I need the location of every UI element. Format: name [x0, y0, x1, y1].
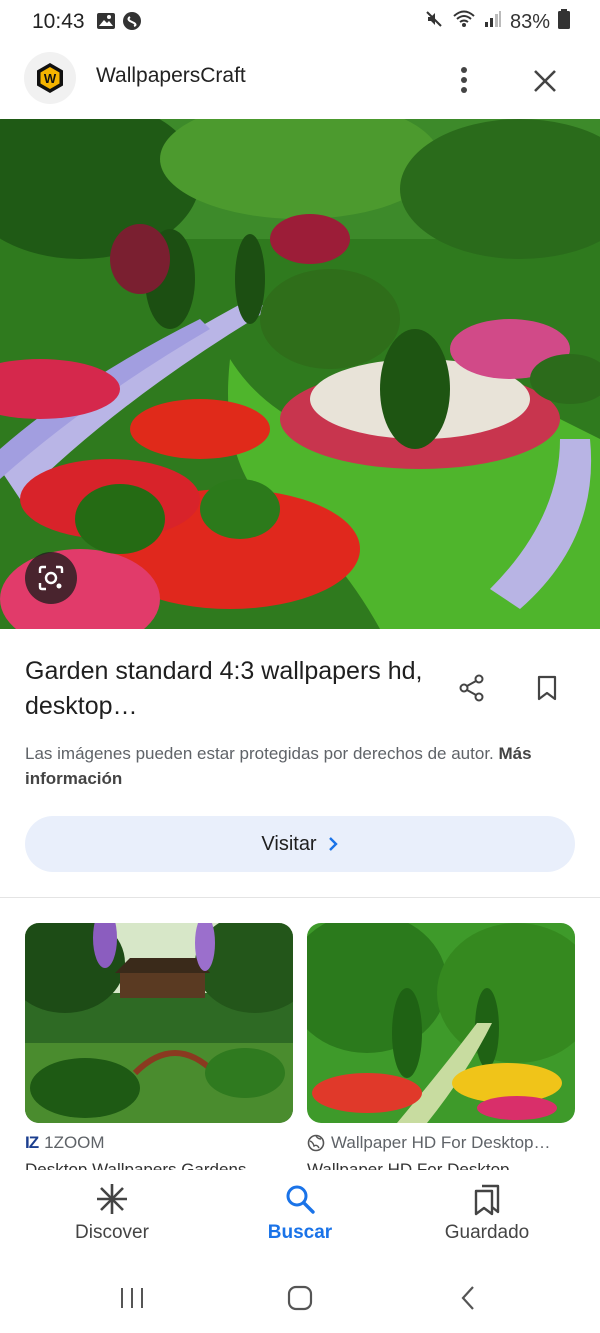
search-icon — [286, 1185, 315, 1214]
status-bar: 10:43 83% — [0, 0, 600, 44]
more-vert-icon — [461, 67, 467, 93]
share-icon — [459, 674, 484, 702]
nav-buscar[interactable]: Buscar — [220, 1182, 380, 1244]
recents-icon — [121, 1288, 143, 1308]
back-icon — [461, 1286, 474, 1310]
copyright-text: Las imágenes pueden estar protegidas por… — [25, 744, 494, 763]
related-source-2[interactable]: Wallpaper HD For Desktop… — [307, 1133, 551, 1153]
close-button[interactable] — [526, 62, 564, 100]
nav-guardado-label: Guardado — [444, 1222, 530, 1243]
app-bar: W WallpapersCraft — [0, 50, 600, 112]
hero-image[interactable] — [0, 119, 600, 629]
close-icon — [534, 70, 556, 92]
gallery-icon — [96, 11, 116, 36]
nav-discover[interactable]: Discover — [32, 1182, 192, 1244]
recents-button[interactable] — [112, 1282, 152, 1314]
battery-percent: 83% — [509, 10, 550, 33]
nav-discover-label: Discover — [75, 1222, 149, 1243]
divider — [0, 897, 600, 898]
site-name[interactable]: WallpapersCraft — [96, 64, 246, 88]
bookmark-button[interactable] — [530, 670, 564, 706]
system-navigation — [0, 1260, 600, 1333]
more-options-button[interactable] — [448, 60, 480, 100]
related-caption-2: Wallpaper HD For Desktop... — [307, 1160, 524, 1170]
visit-label: Visitar — [261, 832, 317, 855]
copyright-notice: Las imágenes pueden estar protegidas por… — [25, 741, 565, 791]
site-logo[interactable]: W — [24, 52, 76, 104]
wifi-icon — [452, 9, 476, 35]
related-image-1[interactable] — [25, 923, 293, 1123]
share-button[interactable] — [454, 670, 490, 706]
related-source-1[interactable]: IZ 1ZOOM — [25, 1133, 105, 1153]
chevron-right-icon — [328, 837, 338, 851]
lens-button[interactable] — [25, 552, 77, 604]
status-time: 10:43 — [32, 10, 85, 33]
nav-guardado[interactable]: Guardado — [407, 1182, 567, 1244]
logo-letter: W — [44, 71, 57, 86]
related-image-2[interactable] — [307, 923, 575, 1123]
zoom-logo-icon: IZ — [25, 1133, 39, 1152]
shazam-icon — [122, 11, 142, 36]
visit-button[interactable]: Visitar — [25, 816, 575, 872]
related-caption-1: Desktop Wallpapers Gardens... — [25, 1160, 261, 1170]
bottom-navigation: Discover Buscar Guardado — [0, 1170, 600, 1260]
nav-buscar-label: Buscar — [267, 1222, 333, 1243]
back-button[interactable] — [448, 1282, 488, 1314]
saved-icon — [474, 1184, 500, 1216]
asterisk-icon — [97, 1184, 127, 1214]
battery-icon — [558, 9, 570, 35]
globe-icon — [307, 1134, 325, 1152]
home-button[interactable] — [280, 1282, 320, 1314]
home-icon — [287, 1285, 313, 1311]
bookmark-icon — [537, 675, 557, 701]
related-source-2-label: Wallpaper HD For Desktop… — [331, 1133, 551, 1152]
lens-icon — [38, 565, 64, 591]
mute-icon — [424, 9, 444, 35]
related-source-1-label: 1ZOOM — [44, 1133, 105, 1152]
result-title: Garden standard 4:3 wallpapers hd, deskt… — [25, 657, 423, 720]
signal-icon — [484, 10, 502, 34]
